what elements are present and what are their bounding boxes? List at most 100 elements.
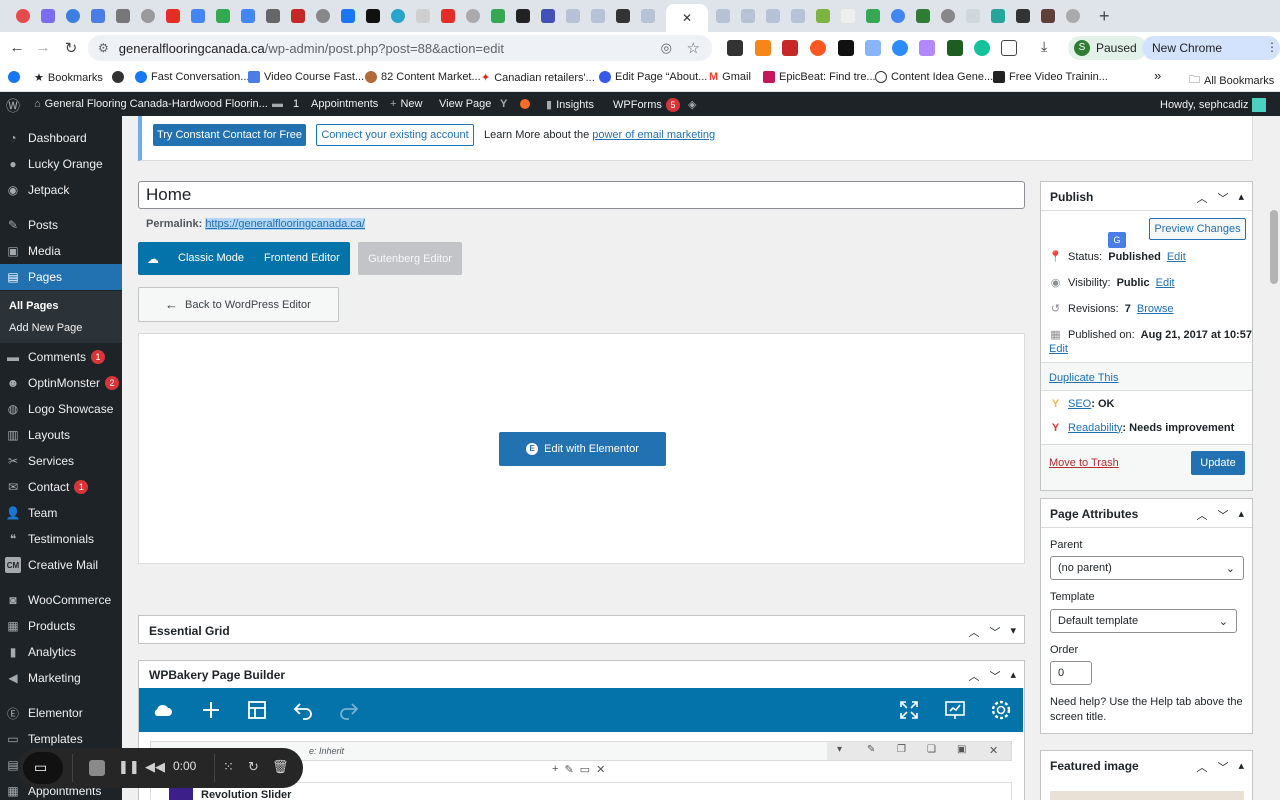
tab-favicon-26[interactable]: [641, 9, 655, 23]
chevron-down-icon[interactable]: ﹀: [1217, 507, 1228, 523]
extension-icon-9[interactable]: [947, 40, 963, 56]
toggle-caret-icon[interactable]: ▴: [1010, 668, 1016, 684]
star-icon[interactable]: ☆: [687, 39, 700, 57]
bookmark-item[interactable]: Video Course Fast...: [248, 71, 364, 83]
bookmark-item[interactable]: ✦ Canadian retailers'...: [481, 71, 595, 85]
pause-icon[interactable]: ❚❚: [118, 759, 140, 775]
trash-icon[interactable]: 🗑: [272, 759, 289, 775]
try-constant-contact-button[interactable]: Try Constant Contact for Free: [153, 124, 306, 146]
row-caret-icon[interactable]: ▾: [837, 744, 842, 755]
template-select[interactable]: Default template ⌄: [1050, 609, 1237, 633]
edit-pencil-icon[interactable]: ✎: [564, 763, 573, 776]
sidebar-item-contact[interactable]: ✉ Contact 1: [0, 475, 122, 499]
preview-changes-button[interactable]: Preview Changes: [1149, 218, 1246, 240]
email-marketing-link[interactable]: power of email marketing: [592, 129, 715, 141]
owl-bookmark-icon[interactable]: [112, 71, 124, 83]
delete-x-icon[interactable]: ✕: [596, 763, 605, 776]
yoast-status-dot[interactable]: [520, 99, 530, 109]
sidebar-item-products[interactable]: ▦ Products: [0, 614, 122, 638]
chevron-down-icon[interactable]: ﹀: [989, 624, 1000, 640]
bookmark-item[interactable]: ★ Bookmarks: [34, 71, 103, 85]
tab-favicon-7[interactable]: [166, 9, 180, 23]
site-settings-icon[interactable]: ⚙: [98, 41, 109, 55]
copy-icon[interactable]: ❏: [927, 744, 936, 755]
browse-revisions-link[interactable]: Browse: [1137, 303, 1174, 315]
appointments-link[interactable]: Appointments: [311, 98, 378, 110]
paste-icon[interactable]: ▣: [957, 744, 966, 755]
tab-favicon-19[interactable]: [466, 9, 480, 23]
bookmark-item[interactable]: M Gmail: [709, 71, 751, 83]
duplicate-this-link[interactable]: Duplicate This: [1049, 372, 1119, 384]
wpforms-link[interactable]: WPForms 5: [613, 98, 680, 112]
view-page-link[interactable]: View Page: [439, 98, 491, 110]
chevron-down-icon[interactable]: ﹀: [989, 668, 1000, 684]
extension-icon-5[interactable]: [838, 40, 854, 56]
delete-x-icon[interactable]: ✕: [989, 744, 998, 757]
sidebar-item-team[interactable]: 👤 Team: [0, 501, 122, 525]
tab-favicon-33[interactable]: [866, 9, 880, 23]
edit-pencil-icon[interactable]: ✎: [867, 744, 875, 755]
permalink-url[interactable]: https://generalflooringcanada.ca/: [205, 218, 365, 230]
puzzle-extensions-icon[interactable]: [1001, 40, 1017, 56]
restart-icon[interactable]: ↻: [248, 759, 259, 775]
submenu-all-pages[interactable]: All Pages: [9, 300, 59, 312]
extension-icon-8[interactable]: [919, 40, 935, 56]
templates-icon[interactable]: [245, 698, 269, 722]
tab-favicon-8[interactable]: [191, 9, 205, 23]
frontend-editor-button[interactable]: Frontend Editor: [264, 252, 340, 264]
new-chrome-available-button[interactable]: New Chrome available: [1142, 36, 1280, 79]
download-icon[interactable]: ⤓: [1041, 38, 1057, 54]
add-plus-icon[interactable]: +: [552, 763, 558, 776]
toggle-caret-icon[interactable]: ▾: [1010, 624, 1016, 640]
edit-with-elementor-button[interactable]: E Edit with Elementor: [499, 432, 666, 466]
chevron-up-icon[interactable]: ︿: [1196, 759, 1207, 775]
back-to-wordpress-editor-button[interactable]: ← Back to WordPress Editor: [138, 287, 339, 322]
move-to-trash-link[interactable]: Move to Trash: [1049, 457, 1119, 469]
post-title-input[interactable]: Home: [138, 181, 1025, 209]
seo-link[interactable]: SEO: [1068, 398, 1091, 410]
tab-favicon-17[interactable]: [416, 9, 430, 23]
tab-favicon-1[interactable]: [16, 9, 30, 23]
tab-favicon-25[interactable]: [616, 9, 630, 23]
tab-favicon-38[interactable]: [991, 9, 1005, 23]
insights-link[interactable]: ▮ Insights: [546, 98, 594, 112]
submenu-add-new-page[interactable]: Add New Page: [9, 322, 82, 334]
toggle-caret-icon[interactable]: ▴: [1238, 190, 1244, 206]
sidebar-item-jetpack[interactable]: ◉ Jetpack: [0, 178, 122, 202]
sidebar-item-elementor[interactable]: Ⓔ Elementor: [0, 701, 122, 725]
edit-status-link[interactable]: Edit: [1167, 251, 1186, 263]
extension-icon-4[interactable]: [810, 40, 826, 56]
tab-favicon-6[interactable]: [141, 9, 155, 23]
tab-favicon-14[interactable]: [341, 9, 355, 23]
undo-icon[interactable]: [291, 698, 315, 722]
sidebar-item-marketing[interactable]: ◀ Marketing: [0, 666, 122, 690]
grammarly-extension-icon[interactable]: [974, 40, 990, 56]
sidebar-item-media[interactable]: ▣ Media: [0, 239, 122, 263]
tab-favicon-12[interactable]: [291, 9, 305, 23]
chrome-menu-icon[interactable]: ⋮: [1266, 40, 1278, 54]
site-name-link[interactable]: ⌂ General Flooring Canada-Hardwood Floor…: [34, 98, 268, 110]
sidebar-item-dashboard[interactable]: ◔ Dashboard: [0, 126, 122, 150]
edit-date-link[interactable]: Edit: [1049, 343, 1068, 355]
tab-favicon-28[interactable]: [741, 9, 755, 23]
reload-icon[interactable]: ↻: [58, 39, 84, 57]
sidebar-item-woocommerce[interactable]: ◙ WooCommerce: [0, 588, 122, 612]
page-scrollbar-thumb[interactable]: [1270, 210, 1278, 284]
update-button[interactable]: Update: [1191, 451, 1245, 475]
tab-favicon-39[interactable]: [1016, 9, 1030, 23]
settings-gear-icon[interactable]: [989, 698, 1013, 722]
tab-favicon-41[interactable]: [1066, 9, 1080, 23]
sidebar-item-layouts[interactable]: ▥ Layouts: [0, 423, 122, 447]
active-tab[interactable]: ✕: [666, 4, 708, 32]
new-content-link[interactable]: + New: [390, 98, 422, 110]
tab-favicon-18[interactable]: [441, 9, 455, 23]
chevron-up-icon[interactable]: ︿: [968, 668, 979, 684]
sidebar-item-posts[interactable]: ✎ Posts: [0, 213, 122, 237]
order-input[interactable]: 0: [1050, 661, 1092, 685]
parent-select[interactable]: (no parent) ⌄: [1050, 556, 1244, 580]
clone-icon[interactable]: ❐: [897, 744, 906, 755]
sidebar-item-creative-mail[interactable]: CM Creative Mail: [0, 553, 122, 577]
tab-favicon-31[interactable]: [816, 9, 830, 23]
extension-icon-3[interactable]: [782, 40, 798, 56]
sidebar-item-testimonials[interactable]: ❝ Testimonials: [0, 527, 122, 551]
